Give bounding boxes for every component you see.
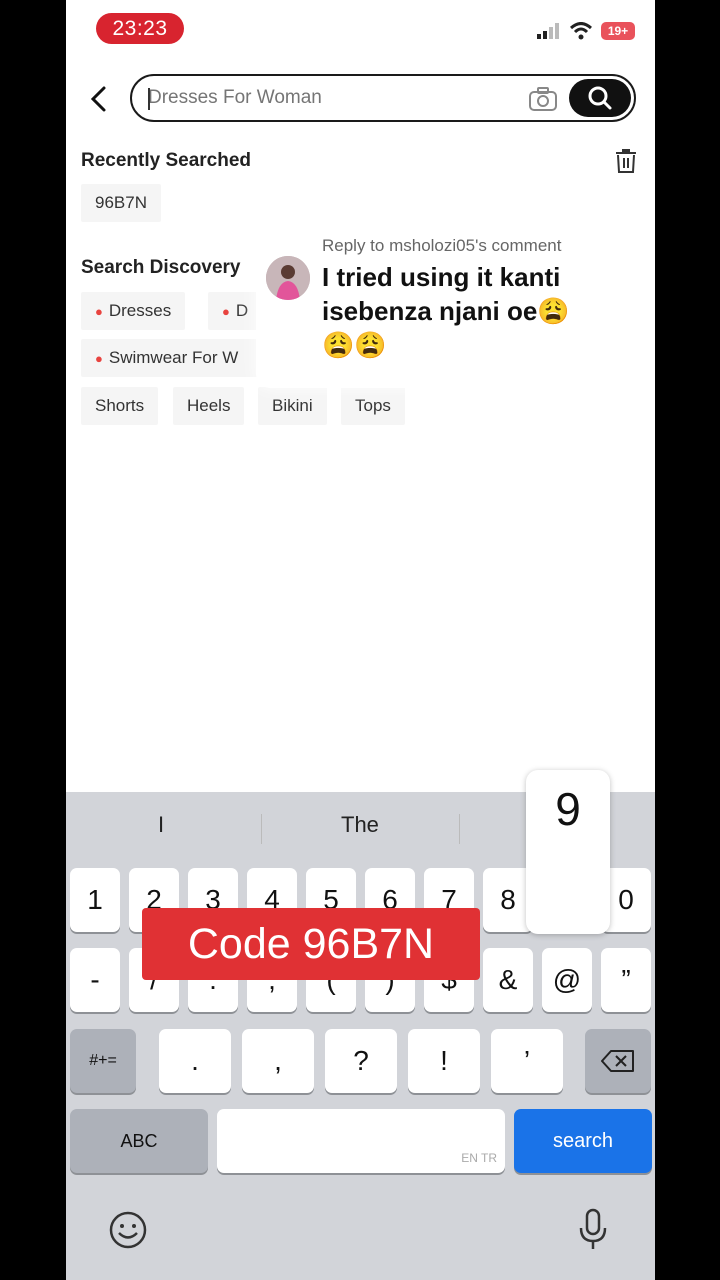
key-quote[interactable]: ” xyxy=(601,948,651,1012)
discovery-chip-2[interactable]: ● D xyxy=(208,292,258,330)
discovery-chip-swimwear[interactable]: ● Swimwear For W xyxy=(81,339,261,377)
fire-icon: ● xyxy=(95,303,103,319)
fire-icon: ● xyxy=(95,350,103,366)
space-key[interactable]: EN TR xyxy=(217,1109,505,1173)
discovery-chip-tops[interactable]: Tops xyxy=(341,387,405,425)
avatar xyxy=(266,256,310,300)
key-9-popup[interactable]: 9 xyxy=(526,770,610,934)
search-icon xyxy=(588,86,612,110)
search-key[interactable]: search xyxy=(514,1109,652,1173)
chip-label: Dresses xyxy=(108,301,172,320)
recent-chip[interactable]: 96B7N xyxy=(81,184,161,222)
comment-text: I tried using it kanti isebenza njani oe… xyxy=(322,262,570,360)
key-1[interactable]: 1 xyxy=(70,868,120,932)
key-period[interactable]: . xyxy=(159,1029,231,1093)
emoji-button[interactable] xyxy=(108,1210,148,1255)
discovery-title: Search Discovery xyxy=(81,257,241,278)
status-time: 23:23 xyxy=(96,13,184,44)
key-at[interactable]: @ xyxy=(542,948,592,1012)
microphone-icon xyxy=(579,1208,607,1249)
key-ampersand[interactable]: & xyxy=(483,948,533,1012)
discovery-chip-bikini[interactable]: Bikini xyxy=(258,387,327,425)
emoji-icon xyxy=(109,1211,147,1249)
key-more-symbols[interactable]: #+= xyxy=(70,1029,136,1093)
chevron-left-icon xyxy=(90,86,106,112)
recent-title: Recently Searched xyxy=(81,150,252,171)
app-screen: 23:23 19+ Dresses For Woman Recently Sea… xyxy=(66,0,655,1280)
suggestion-divider xyxy=(459,814,460,844)
clear-history-button[interactable] xyxy=(614,148,638,174)
status-icons: 19+ xyxy=(537,22,635,40)
fire-icon: ● xyxy=(222,303,230,319)
reply-label: Reply to msholozi05's comment xyxy=(322,236,562,255)
battery-indicator: 19+ xyxy=(601,22,635,40)
discovery-chip-dresses[interactable]: ● Dresses xyxy=(81,292,186,330)
key-hyphen[interactable]: - xyxy=(70,948,120,1012)
camera-icon xyxy=(529,87,557,111)
wifi-icon xyxy=(569,22,593,40)
key-abc[interactable]: ABC xyxy=(70,1109,208,1173)
code-overlay-banner: Code 96B7N xyxy=(142,908,480,980)
suggestion-1[interactable]: I xyxy=(158,812,164,838)
suggestion-2[interactable]: The xyxy=(341,812,379,838)
key-question[interactable]: ? xyxy=(325,1029,397,1093)
chip-label: Swimwear For W xyxy=(108,348,239,367)
key-apostrophe[interactable]: ’ xyxy=(491,1029,563,1093)
search-button[interactable] xyxy=(569,79,631,117)
suggestion-divider xyxy=(261,814,262,844)
text-caret xyxy=(148,88,150,110)
language-hint: EN TR xyxy=(461,1151,497,1165)
backspace-key[interactable] xyxy=(585,1029,651,1093)
dictation-button[interactable] xyxy=(578,1208,608,1257)
key-exclamation[interactable]: ! xyxy=(408,1029,480,1093)
backspace-icon xyxy=(601,1050,634,1072)
camera-button[interactable] xyxy=(528,86,558,112)
chip-label: D xyxy=(235,301,249,320)
search-input[interactable] xyxy=(148,76,508,120)
key-9: 9 xyxy=(555,783,581,835)
key-comma[interactable]: , xyxy=(242,1029,314,1093)
discovery-chip-heels[interactable]: Heels xyxy=(173,387,245,425)
trash-icon xyxy=(616,149,636,173)
search-box[interactable] xyxy=(130,74,636,122)
back-button[interactable] xyxy=(84,82,114,116)
discovery-chip-shorts[interactable]: Shorts xyxy=(81,387,159,425)
reply-comment-card: Reply to msholozi05's comment I tried us… xyxy=(256,216,616,388)
signal-icon xyxy=(537,23,559,39)
